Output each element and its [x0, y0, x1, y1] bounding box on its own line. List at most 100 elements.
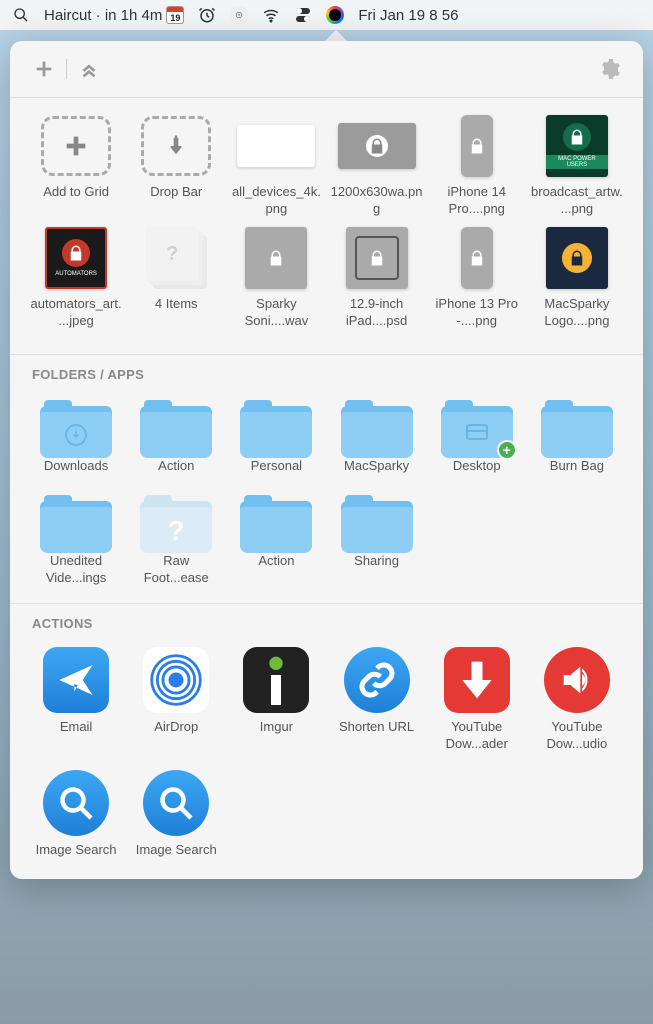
- shelf-label: iPhone 13 Pro -....png: [431, 296, 523, 330]
- action-label: Shorten URL: [339, 719, 414, 736]
- shelf-item[interactable]: MAC POWER USERS broadcast_artw....png: [529, 114, 625, 218]
- action-item[interactable]: AirDrop: [128, 647, 224, 753]
- folder-icon: +: [439, 398, 515, 458]
- action-item[interactable]: Image Search: [128, 770, 224, 859]
- panel-toolbar: [10, 41, 643, 98]
- folder-icon: ?: [138, 493, 214, 553]
- control-center-icon[interactable]: [294, 6, 312, 24]
- action-item[interactable]: YouTube Dow...udio: [529, 647, 625, 753]
- action-label: Image Search: [136, 842, 217, 859]
- folder-label: Action: [258, 553, 294, 570]
- shelf-label: Drop Bar: [150, 184, 202, 218]
- shelf-item[interactable]: Add to Grid: [28, 114, 124, 218]
- action-label: YouTube Dow...udio: [531, 719, 623, 753]
- shelf-item[interactable]: 12.9-inch iPad....psd: [328, 226, 424, 330]
- actions-header: ACTIONS: [10, 603, 643, 635]
- shelf-item[interactable]: AUTOMATORS automators_art....jpeg: [28, 226, 124, 330]
- folders-header: FOLDERS / APPS: [10, 354, 643, 386]
- folder-label: Raw Foot...ease: [130, 553, 222, 587]
- shelf-label: MacSparky Logo....png: [531, 296, 623, 330]
- shelf-thumb: ?: [135, 226, 217, 290]
- action-icon: [544, 647, 610, 713]
- folder-label: Burn Bag: [550, 458, 604, 475]
- shelf-thumb: AUTOMATORS: [35, 226, 117, 290]
- folder-icon: [38, 398, 114, 458]
- shelf-item[interactable]: iPhone 13 Pro -....png: [429, 226, 525, 330]
- shelf-item[interactable]: ? 4 Items: [128, 226, 224, 330]
- siri-icon[interactable]: [326, 6, 344, 24]
- action-icon: [143, 647, 209, 713]
- menubar: Haircut · in 1h 4m 19 Fri Jan 19 8 56: [0, 0, 653, 30]
- folder-icon: [539, 398, 615, 458]
- shelf-label: Add to Grid: [43, 184, 109, 218]
- shelf-item[interactable]: all_devices_4k.png: [228, 114, 324, 218]
- datetime[interactable]: Fri Jan 19 8 56: [358, 7, 458, 24]
- action-icon: [444, 647, 510, 713]
- folder-item[interactable]: Sharing: [328, 493, 424, 587]
- dropzone-menu-icon[interactable]: [230, 6, 248, 24]
- folder-label: Unedited Vide...ings: [30, 553, 122, 587]
- folder-label: Downloads: [44, 458, 108, 475]
- folder-label: Sharing: [354, 553, 399, 570]
- action-item[interactable]: Shorten URL: [328, 647, 424, 753]
- calendar-icon: 19: [166, 6, 184, 24]
- action-label: Image Search: [36, 842, 117, 859]
- shelf-thumb: [436, 226, 518, 290]
- folder-icon: [38, 493, 114, 553]
- shelf-thumb: [336, 114, 418, 178]
- folder-label: Action: [158, 458, 194, 475]
- dropzone-panel: Add to Grid Drop Bar all_devices_4k.png120…: [10, 41, 643, 879]
- event-text: Haircut · in 1h 4m: [44, 7, 162, 24]
- folder-item[interactable]: ?Raw Foot...ease: [128, 493, 224, 587]
- shelf-label: 12.9-inch iPad....psd: [331, 296, 423, 330]
- action-item[interactable]: YouTube Dow...ader: [429, 647, 525, 753]
- action-icon: [43, 647, 109, 713]
- folder-label: Desktop: [453, 458, 501, 475]
- shelf-item[interactable]: Drop Bar: [128, 114, 224, 218]
- folder-item[interactable]: Action: [228, 493, 324, 587]
- folder-item[interactable]: +Desktop: [429, 398, 525, 475]
- action-item[interactable]: Imgur: [228, 647, 324, 753]
- action-label: AirDrop: [154, 719, 198, 736]
- action-item[interactable]: Image Search: [28, 770, 124, 859]
- folders-grid: Downloads Action Personal MacSparky +Desktop…: [10, 386, 643, 595]
- folder-item[interactable]: Burn Bag: [529, 398, 625, 475]
- collapse-button[interactable]: [75, 55, 103, 83]
- folder-label: MacSparky: [344, 458, 409, 475]
- shelf-label: automators_art....jpeg: [30, 296, 122, 330]
- shelf-thumb: [235, 114, 317, 178]
- actions-grid: Email AirDrop Imgur Shorten URL YouTube Dow.…: [10, 635, 643, 868]
- shelf-thumb: [235, 226, 317, 290]
- action-item[interactable]: Email: [28, 647, 124, 753]
- settings-button[interactable]: [595, 55, 623, 83]
- folder-icon: [238, 493, 314, 553]
- shelf-label: 4 Items: [155, 296, 198, 330]
- calendar-event[interactable]: Haircut · in 1h 4m 19: [44, 6, 184, 24]
- wifi-icon[interactable]: [262, 6, 280, 24]
- action-label: YouTube Dow...ader: [431, 719, 523, 753]
- folder-label: Personal: [251, 458, 302, 475]
- folder-item[interactable]: Downloads: [28, 398, 124, 475]
- action-icon: [143, 770, 209, 836]
- folder-item[interactable]: Action: [128, 398, 224, 475]
- shelf-thumb: [536, 226, 618, 290]
- add-button[interactable]: [30, 55, 58, 83]
- search-icon[interactable]: [12, 6, 30, 24]
- shelf-item[interactable]: iPhone 14 Pro....png: [429, 114, 525, 218]
- folder-item[interactable]: Unedited Vide...ings: [28, 493, 124, 587]
- shelf-thumb: MAC POWER USERS: [536, 114, 618, 178]
- shelf-item[interactable]: Sparky Soni....wav: [228, 226, 324, 330]
- folder-icon: [138, 398, 214, 458]
- action-label: Imgur: [260, 719, 293, 736]
- folder-item[interactable]: Personal: [228, 398, 324, 475]
- shelf-label: Sparky Soni....wav: [230, 296, 322, 330]
- shelf-thumb: [35, 114, 117, 178]
- shelf-label: 1200x630wa.png: [331, 184, 423, 218]
- alarm-icon[interactable]: [198, 6, 216, 24]
- shelf-label: broadcast_artw....png: [531, 184, 623, 218]
- shelf-item[interactable]: 1200x630wa.png: [328, 114, 424, 218]
- folder-icon: [339, 398, 415, 458]
- folder-item[interactable]: MacSparky: [328, 398, 424, 475]
- shelf-item[interactable]: MacSparky Logo....png: [529, 226, 625, 330]
- shelf-label: iPhone 14 Pro....png: [431, 184, 523, 218]
